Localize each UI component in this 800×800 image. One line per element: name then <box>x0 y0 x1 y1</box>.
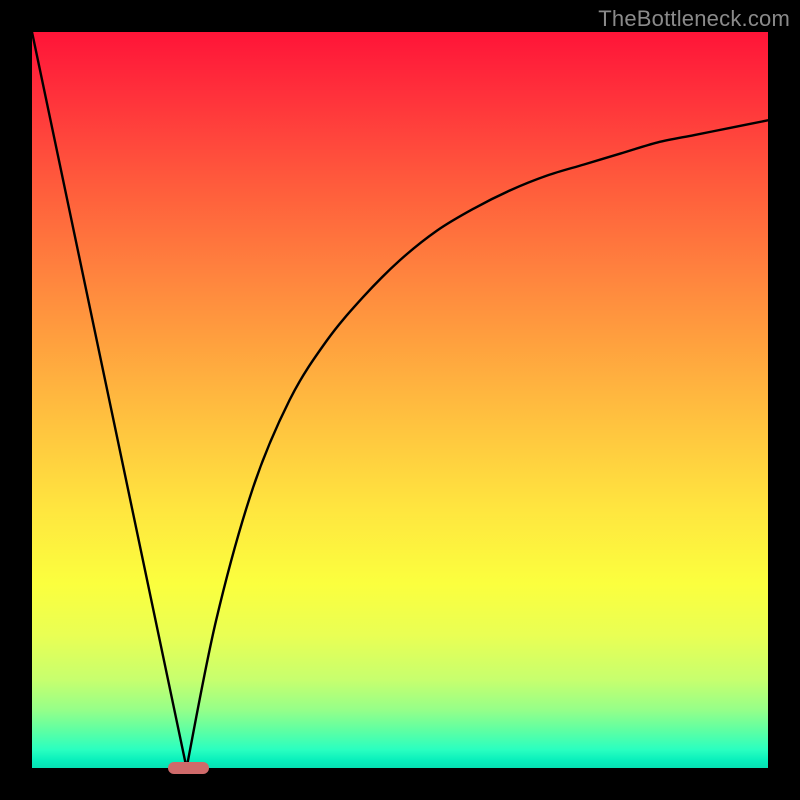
watermark-text: TheBottleneck.com <box>598 6 790 32</box>
curve-layer <box>32 32 768 768</box>
chart-frame: TheBottleneck.com <box>0 0 800 800</box>
plot-area <box>32 32 768 768</box>
left-descending-line <box>32 32 187 768</box>
min-marker <box>168 762 208 774</box>
right-rising-curve <box>187 120 768 768</box>
